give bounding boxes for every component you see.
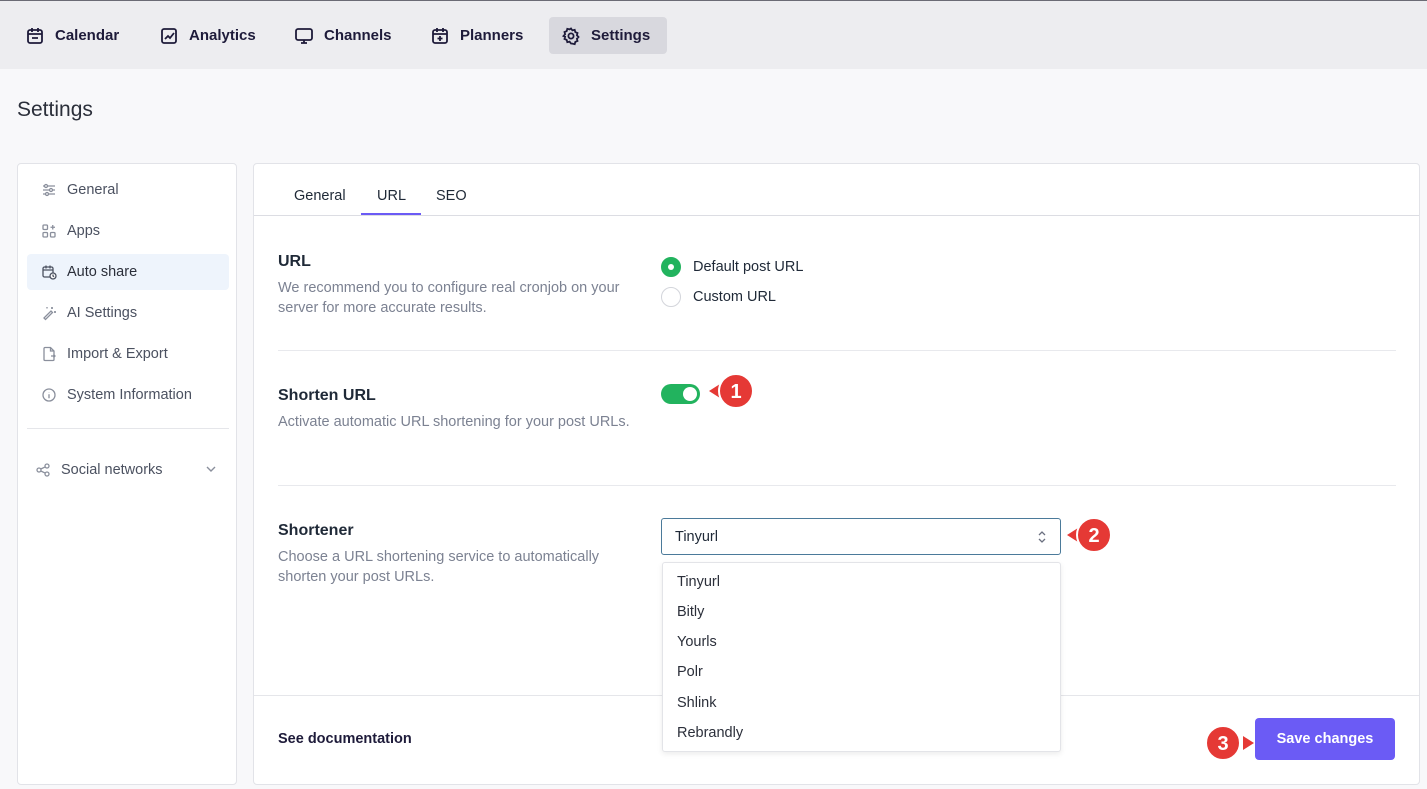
tab-url[interactable]: URL — [377, 188, 406, 204]
monitor-icon — [295, 27, 313, 44]
nav-calendar[interactable]: Calendar — [13, 17, 131, 54]
chart-icon — [161, 27, 177, 44]
radio-label: Default post URL — [693, 259, 804, 275]
section-divider — [278, 350, 1396, 351]
sidebar-item-label: AI Settings — [67, 305, 138, 321]
shortener-select[interactable]: Tinyurl — [661, 518, 1061, 555]
sidebar-divider — [27, 428, 229, 429]
file-export-icon — [43, 346, 56, 362]
nav-label: Settings — [591, 27, 651, 44]
marker-number: 2 — [1088, 525, 1099, 547]
dropdown-option-shlink[interactable]: Shlink — [677, 695, 717, 711]
save-button[interactable]: Save changes — [1255, 718, 1395, 760]
annotation-marker-2: 2 — [1067, 517, 1112, 553]
documentation-link[interactable]: See documentation — [278, 731, 412, 747]
radio-button[interactable] — [661, 287, 681, 307]
apps-icon — [42, 224, 56, 238]
nav-label: Channels — [324, 27, 392, 44]
annotation-marker-1: 1 — [709, 373, 754, 409]
chevron-down-icon[interactable] — [204, 462, 218, 476]
radio-label: Custom URL — [693, 289, 776, 305]
share-icon — [36, 463, 50, 477]
sidebar-item-label: System Information — [67, 387, 192, 403]
calendar-clock-icon — [42, 265, 57, 280]
sidebar-item-label: Auto share — [67, 264, 138, 280]
sidebar-item-import-export[interactable]: Import & Export — [27, 336, 229, 372]
settings-panel: General URL SEO URL We recommend you to … — [253, 163, 1420, 785]
section-divider — [278, 485, 1396, 486]
shorten-url-toggle[interactable] — [661, 384, 700, 404]
marker-number: 3 — [1217, 733, 1228, 755]
shorten-url-title: Shorten URL — [278, 387, 376, 404]
radio-button-selected[interactable] — [661, 257, 681, 277]
radio-default-post-url[interactable]: Default post URL — [661, 257, 803, 277]
tab-seo[interactable]: SEO — [436, 188, 467, 204]
info-icon — [42, 388, 56, 402]
url-section-description: We recommend you to configure real cronj… — [278, 280, 620, 316]
settings-sidebar: General Apps Auto share AI Settings Impo… — [17, 163, 237, 785]
calendar-icon — [27, 27, 43, 44]
sliders-icon — [43, 183, 55, 197]
tab-general[interactable]: General — [294, 188, 346, 204]
select-value: Tinyurl — [675, 528, 718, 545]
marker-number: 1 — [730, 381, 741, 403]
dropdown-option-rebrandly[interactable]: Rebrandly — [677, 725, 743, 741]
nav-label: Calendar — [55, 27, 120, 44]
page-title: Settings — [17, 98, 93, 121]
sidebar-item-label: General — [67, 182, 119, 198]
nav-channels[interactable]: Channels — [282, 17, 404, 54]
tab-bar: General URL SEO — [254, 164, 1419, 216]
sidebar-item-system-information[interactable]: System Information — [27, 377, 229, 413]
annotation-marker-3: 3 — [1205, 725, 1254, 761]
dropdown-option-polr[interactable]: Polr — [677, 664, 703, 680]
magic-wand-icon — [43, 307, 56, 321]
sidebar-item-auto-share[interactable]: Auto share — [27, 254, 229, 290]
nav-label: Analytics — [189, 27, 256, 44]
shortener-description: Choose a URL shortening service to autom… — [278, 549, 600, 585]
radio-custom-url[interactable]: Custom URL — [661, 287, 776, 307]
shortener-title: Shortener — [278, 522, 354, 539]
nav-planners[interactable]: Planners — [418, 17, 535, 54]
sidebar-item-apps[interactable]: Apps — [27, 213, 229, 249]
shorten-url-description: Activate automatic URL shortening for yo… — [278, 414, 630, 430]
sidebar-item-label: Import & Export — [67, 346, 168, 362]
shortener-dropdown-menu: Tinyurl Bitly Yourls Polr Shlink Rebrand… — [662, 562, 1061, 752]
dropdown-option-yourls[interactable]: Yourls — [677, 634, 717, 650]
sidebar-item-label: Social networks — [61, 462, 163, 478]
gear-icon — [561, 26, 580, 45]
sidebar-item-ai-settings[interactable]: AI Settings — [27, 295, 229, 331]
sidebar-item-label: Apps — [67, 223, 101, 239]
top-nav: Calendar Analytics Channels Planners Set… — [0, 0, 1427, 69]
dropdown-option-bitly[interactable]: Bitly — [677, 604, 704, 620]
url-section-title: URL — [278, 253, 311, 270]
sidebar-item-general[interactable]: General — [27, 172, 229, 208]
dropdown-option-tinyurl[interactable]: Tinyurl — [677, 574, 720, 590]
sidebar-item-social-networks[interactable]: Social networks — [18, 458, 238, 482]
calendar-plus-icon — [432, 27, 448, 44]
nav-analytics[interactable]: Analytics — [147, 17, 268, 54]
chevron-up-down-icon — [1038, 531, 1046, 543]
active-tab-indicator — [361, 213, 421, 215]
nav-label: Planners — [460, 27, 524, 44]
nav-settings[interactable]: Settings — [549, 17, 667, 54]
